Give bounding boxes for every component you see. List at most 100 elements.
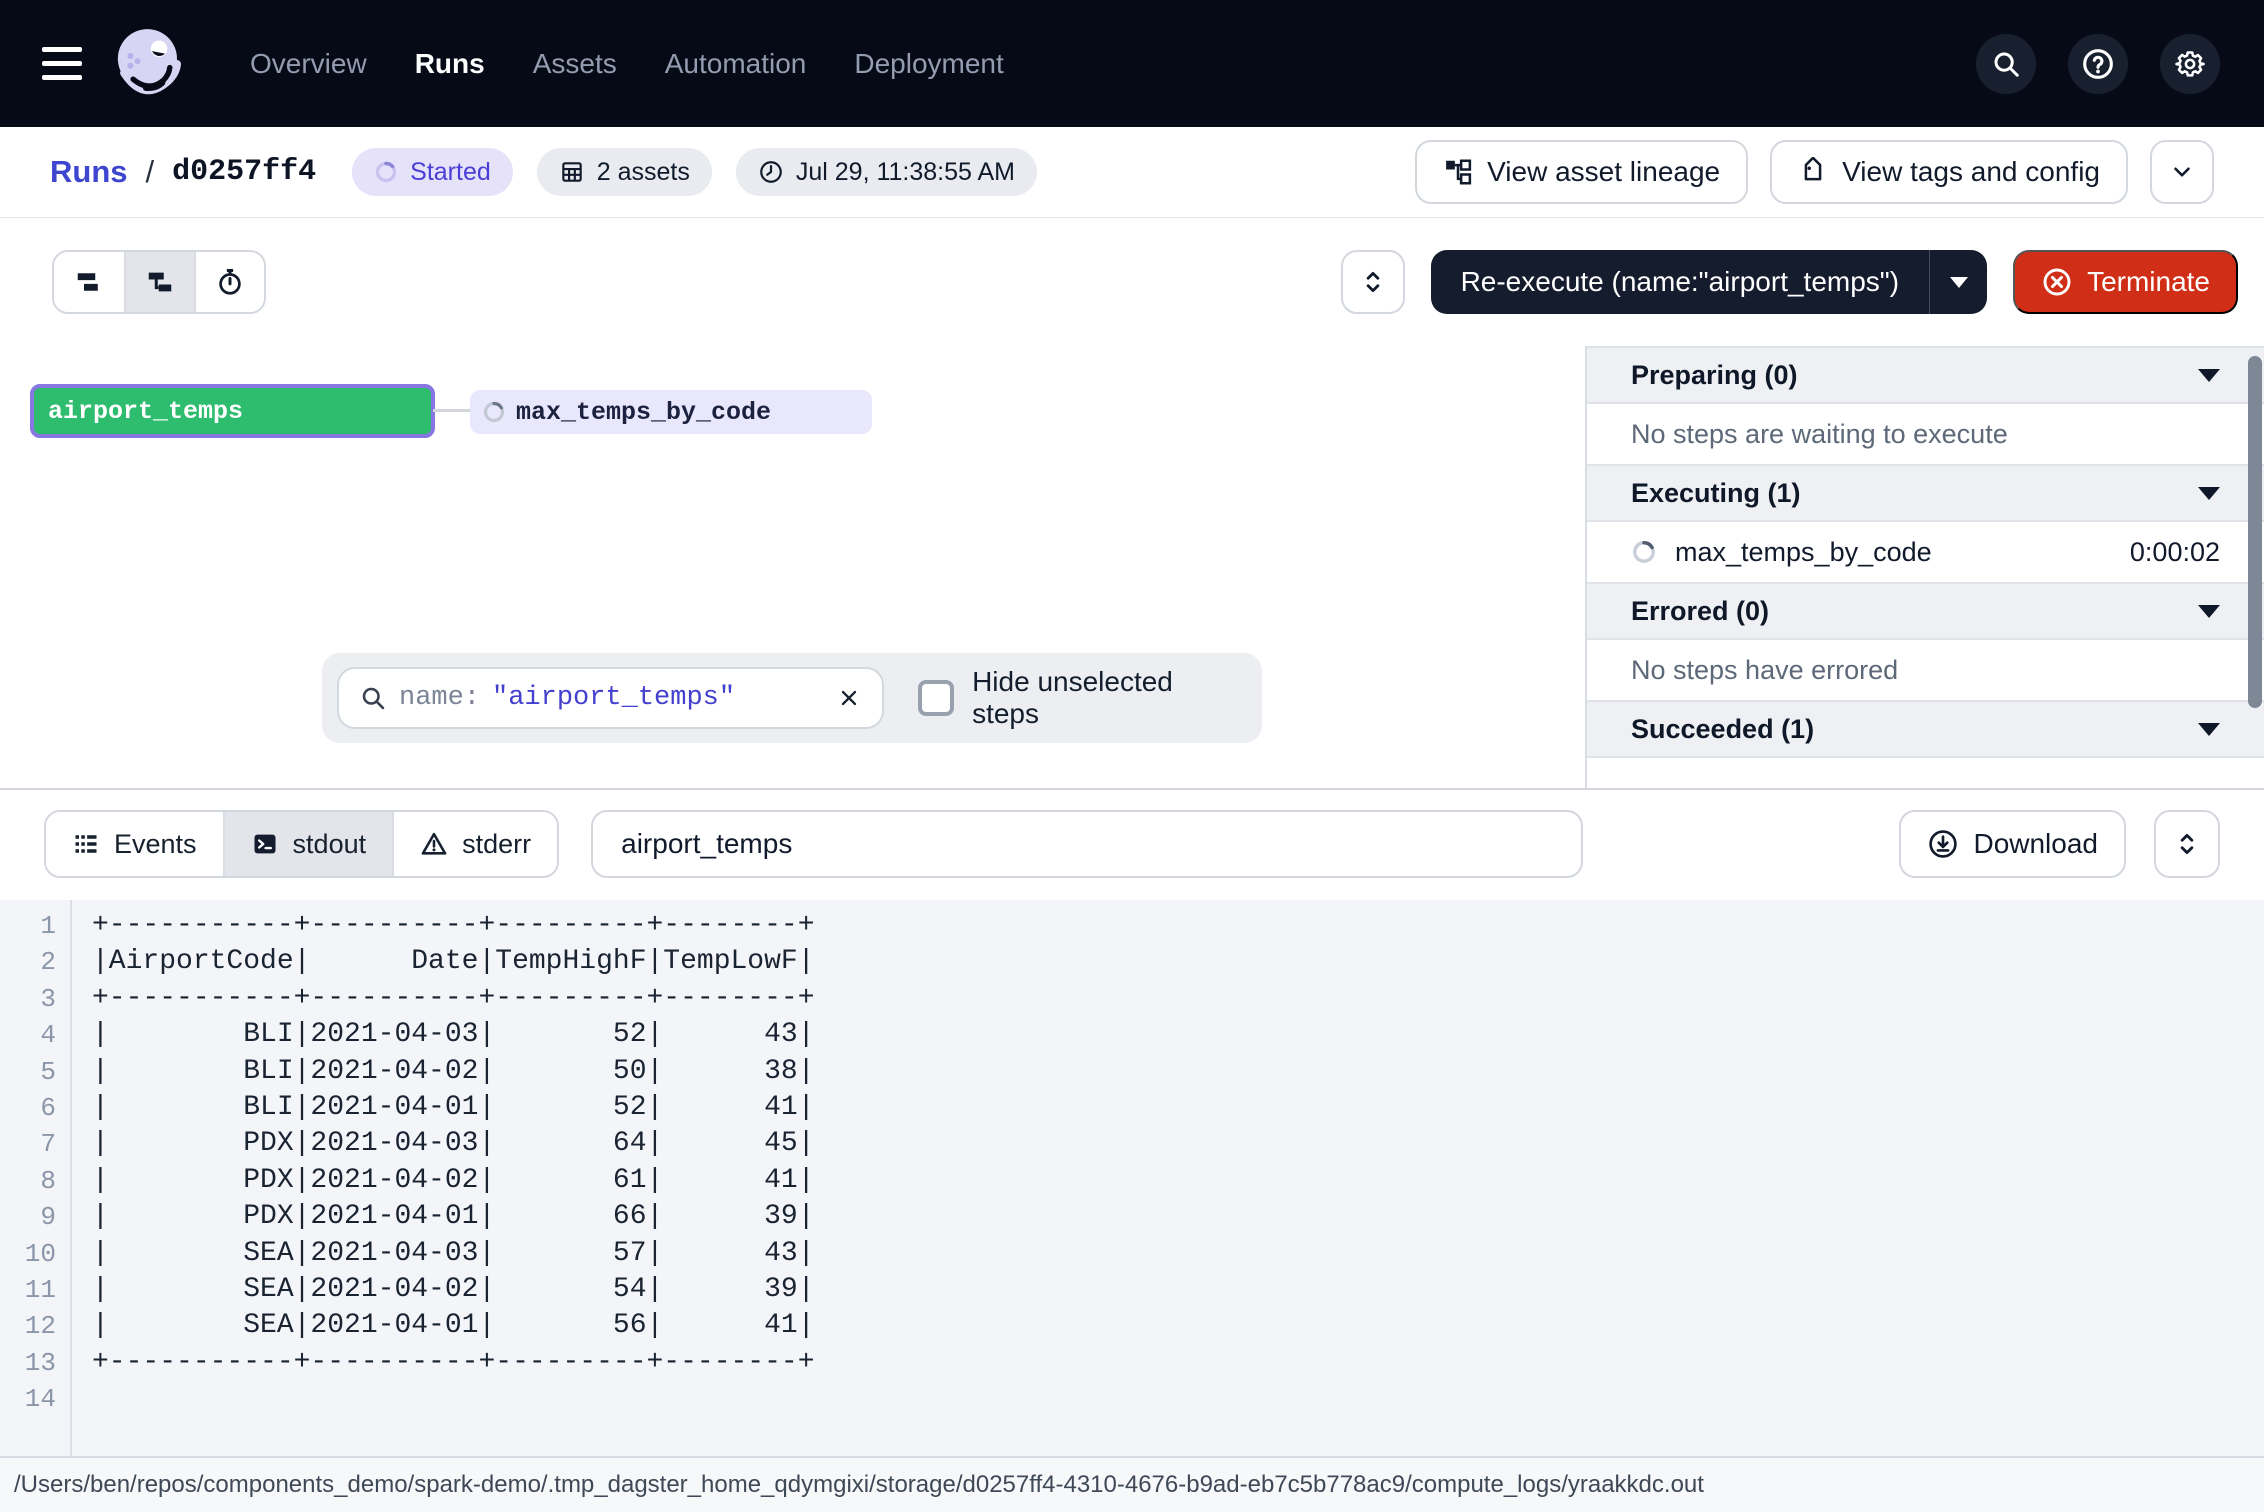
search-button[interactable] <box>1976 34 2036 94</box>
log-tabs: Events stdout stderr <box>44 810 559 878</box>
gantt-zoom-button[interactable] <box>1341 250 1405 314</box>
nav-item-deployment[interactable]: Deployment <box>854 48 1003 80</box>
hide-unselected-checkbox[interactable] <box>918 680 954 716</box>
section-errored[interactable]: Errored (0) <box>1587 582 2264 640</box>
view-waterfall-button[interactable] <box>124 252 194 312</box>
chevron-down-icon <box>1950 277 1968 288</box>
log-line: 4| BLI|2021-04-03| 52| 43| <box>0 1017 2264 1053</box>
stopwatch-icon <box>215 267 245 297</box>
settings-button[interactable] <box>2160 34 2220 94</box>
stdout-terminal-icon <box>251 830 279 858</box>
hamburger-icon[interactable] <box>42 47 82 80</box>
section-succeeded[interactable]: Succeeded (1) <box>1587 700 2264 758</box>
view-asset-lineage-label: View asset lineage <box>1487 156 1720 188</box>
run-header: Runs / d0257ff4 Started 2 assets <box>0 127 2264 218</box>
log-line: 3+-----------+----------+---------+-----… <box>0 981 2264 1017</box>
caret-down-icon <box>2198 605 2220 618</box>
log-line: 8| PDX|2021-04-02| 61| 41| <box>0 1163 2264 1199</box>
reexecute-options-button[interactable] <box>1929 250 1987 314</box>
tab-stdout-label: stdout <box>293 829 367 860</box>
reexecute-split-button: Re-execute (name:"airport_temps") <box>1431 250 1988 314</box>
clear-filter-button[interactable] <box>836 685 862 711</box>
steps-status-panel: Preparing (0) No steps are waiting to ex… <box>1585 346 2264 788</box>
view-tags-config-label: View tags and config <box>1842 156 2100 188</box>
assets-count-badge[interactable]: 2 assets <box>537 148 712 196</box>
terminate-button[interactable]: Terminate <box>2013 250 2238 314</box>
view-timer-button[interactable] <box>194 252 264 312</box>
nav-item-overview[interactable]: Overview <box>250 48 367 80</box>
breadcrumb-separator: / <box>146 154 155 190</box>
log-line: 13+-----------+----------+---------+----… <box>0 1345 2264 1381</box>
step-node-label: airport_temps <box>48 397 243 426</box>
log-line: 12| SEA|2021-04-01| 56| 41| <box>0 1308 2264 1344</box>
download-label: Download <box>1973 828 2098 860</box>
nav-item-runs[interactable]: Runs <box>415 48 485 80</box>
filter-prefix: name: <box>399 683 480 713</box>
nav-item-assets[interactable]: Assets <box>533 48 617 80</box>
search-icon <box>1991 49 2021 79</box>
split-divider[interactable] <box>0 788 2264 790</box>
spinner-icon <box>482 400 506 424</box>
terminate-label: Terminate <box>2087 266 2210 298</box>
view-flat-gantt-button[interactable] <box>54 252 124 312</box>
step-node-airport-temps[interactable]: airport_temps <box>30 384 435 438</box>
download-button[interactable]: Download <box>1899 810 2126 878</box>
breadcrumb-runs-link[interactable]: Runs <box>50 154 128 190</box>
run-toolbar: Re-execute (name:"airport_temps") Termin… <box>0 218 2264 346</box>
log-expand-button[interactable] <box>2154 810 2220 878</box>
panel-scrollbar[interactable] <box>2248 356 2262 708</box>
view-mode-toggle <box>52 250 266 314</box>
log-step-filter-input[interactable] <box>591 810 1583 878</box>
tag-icon <box>1798 157 1828 187</box>
step-filter-input[interactable]: name: "airport_temps" <box>337 667 884 729</box>
run-timestamp-label: Jul 29, 11:38:55 AM <box>796 158 1015 187</box>
tab-events-label: Events <box>114 829 197 860</box>
view-asset-lineage-button[interactable]: View asset lineage <box>1415 140 1748 204</box>
run-status-label: Started <box>410 158 491 187</box>
stderr-warning-icon <box>420 830 448 858</box>
tab-stdout[interactable]: stdout <box>223 812 393 876</box>
log-toolbar: Events stdout stderr <box>44 810 2220 878</box>
section-preparing[interactable]: Preparing (0) <box>1587 346 2264 404</box>
nav-item-automation[interactable]: Automation <box>665 48 807 80</box>
dagster-logo[interactable] <box>108 21 194 107</box>
log-line: 11| SEA|2021-04-02| 54| 39| <box>0 1272 2264 1308</box>
header-more-button[interactable] <box>2150 140 2214 204</box>
gantt-waterfall-icon <box>145 267 175 297</box>
hide-unselected-label: Hide unselected steps <box>972 666 1247 730</box>
run-timestamp-badge: Jul 29, 11:38:55 AM <box>736 148 1037 196</box>
log-line: 6| BLI|2021-04-01| 52| 41| <box>0 1090 2264 1126</box>
help-button[interactable] <box>2068 34 2128 94</box>
executing-step-row[interactable]: max_temps_by_code 0:00:02 <box>1587 522 2264 582</box>
updown-icon <box>2174 831 2200 857</box>
run-status-badge: Started <box>352 148 513 196</box>
download-icon <box>1927 828 1959 860</box>
assets-count-label: 2 assets <box>597 158 690 187</box>
step-filter-bar: name: "airport_temps" Hide unselected ste… <box>322 653 1262 743</box>
gutter-divider <box>70 900 72 1456</box>
log-path-status-bar: /Users/ben/repos/components_demo/spark-d… <box>0 1456 2264 1512</box>
terminate-icon <box>2041 266 2073 298</box>
view-tags-config-button[interactable]: View tags and config <box>1770 140 2128 204</box>
section-executing[interactable]: Executing (1) <box>1587 464 2264 522</box>
tab-events[interactable]: Events <box>46 812 223 876</box>
log-line: 10| SEA|2021-04-03| 57| 43| <box>0 1236 2264 1272</box>
step-node-max-temps-by-code[interactable]: max_temps_by_code <box>470 390 872 434</box>
stdout-log-view: 1+-----------+----------+---------+-----… <box>0 900 2264 1456</box>
reexecute-button[interactable]: Re-execute (name:"airport_temps") <box>1431 250 1930 314</box>
tab-stderr[interactable]: stderr <box>392 812 557 876</box>
spinner-icon <box>1631 539 1657 565</box>
errored-empty-row: No steps have errored <box>1587 640 2264 700</box>
gantt-graph-pane: airport_temps max_temps_by_code name: "ai… <box>0 346 1585 788</box>
log-line: 9| PDX|2021-04-01| 66| 39| <box>0 1199 2264 1235</box>
preparing-empty-row: No steps are waiting to execute <box>1587 404 2264 464</box>
log-line: 2|AirportCode| Date|TempHighF|TempLowF| <box>0 944 2264 980</box>
filter-value: "airport_temps" <box>492 683 735 713</box>
tab-stderr-label: stderr <box>462 829 531 860</box>
section-title: Preparing (0) <box>1631 360 1798 391</box>
reexecute-label: Re-execute (name:"airport_temps") <box>1461 266 1900 298</box>
log-line: 14 <box>0 1381 2264 1417</box>
gantt-flat-icon <box>74 267 104 297</box>
executing-step-name: max_temps_by_code <box>1675 537 1932 568</box>
section-title: Executing (1) <box>1631 478 1801 509</box>
